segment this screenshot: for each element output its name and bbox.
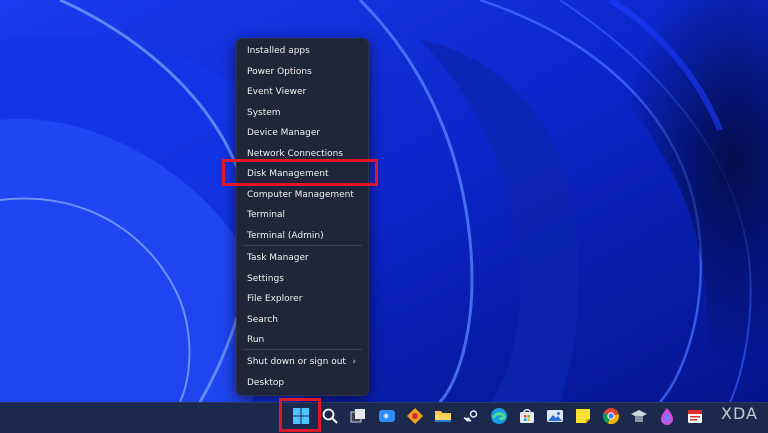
menu-item-power-options[interactable]: Power Options (237, 62, 368, 82)
menu-item-label: Task Manager (247, 253, 309, 263)
menu-item-label: Event Viewer (247, 87, 307, 97)
start-button-highlight (279, 398, 321, 432)
steam-icon[interactable] (462, 407, 480, 425)
menu-item-search[interactable]: Search (237, 310, 368, 330)
menu-item-label: Settings (247, 274, 284, 284)
search-icon[interactable] (321, 407, 339, 425)
menu-item-installed-apps[interactable]: Installed apps (237, 41, 368, 61)
file-explorer-icon[interactable] (434, 407, 452, 425)
chrome-icon[interactable] (602, 407, 620, 425)
menu-item-terminal-admin[interactable]: Terminal (Admin) (237, 226, 368, 246)
photos-icon[interactable] (546, 407, 564, 425)
chevron-right-icon: › (352, 357, 356, 367)
menu-item-label: Installed apps (247, 46, 310, 56)
menu-item-label: Network Connections (247, 149, 344, 159)
desktop-wallpaper (0, 0, 768, 402)
menu-item-settings[interactable]: Settings (237, 269, 368, 289)
menu-item-device-manager[interactable]: Device Manager (237, 123, 368, 143)
menu-item-label: Terminal (Admin) (247, 231, 324, 241)
menu-item-shut-down[interactable]: Shut down or sign out › (237, 352, 368, 372)
menu-separator (243, 245, 362, 246)
xda-watermark: XDA (721, 404, 758, 423)
widgets-icon[interactable] (378, 407, 396, 425)
menu-item-label: File Explorer (247, 294, 303, 304)
menu-item-event-viewer[interactable]: Event Viewer (237, 82, 368, 102)
menu-item-label: Terminal (247, 210, 286, 220)
menu-separator (243, 349, 362, 350)
menu-item-label: Desktop (247, 378, 285, 388)
app-icon-2[interactable] (630, 407, 648, 425)
edge-icon[interactable] (490, 407, 508, 425)
menu-item-label: Run (247, 335, 265, 345)
menu-item-system[interactable]: System (237, 103, 368, 123)
quick-link-menu: Installed apps Power Options Event Viewer S… (236, 38, 369, 396)
sticky-notes-icon[interactable] (574, 407, 592, 425)
menu-item-terminal[interactable]: Terminal (237, 205, 368, 225)
menu-item-computer-management[interactable]: Computer Management (237, 185, 368, 205)
menu-item-label: Computer Management (247, 190, 354, 200)
menu-item-label: Shut down or sign out (247, 357, 346, 367)
menu-item-label: Search (247, 315, 278, 325)
menu-item-label: System (247, 108, 281, 118)
app-icon-3[interactable] (658, 407, 676, 425)
menu-item-task-manager[interactable]: Task Manager (237, 248, 368, 268)
menu-item-run[interactable]: Run (237, 330, 368, 350)
store-icon[interactable] (518, 407, 536, 425)
menu-item-label: Power Options (247, 67, 312, 77)
task-view-icon[interactable] (349, 407, 367, 425)
menu-item-label: Device Manager (247, 128, 321, 138)
app-icon-4[interactable] (686, 407, 704, 425)
app-icon[interactable] (406, 407, 424, 425)
menu-item-file-explorer[interactable]: File Explorer (237, 289, 368, 309)
disk-management-highlight (222, 159, 378, 186)
menu-item-desktop[interactable]: Desktop (237, 373, 368, 393)
